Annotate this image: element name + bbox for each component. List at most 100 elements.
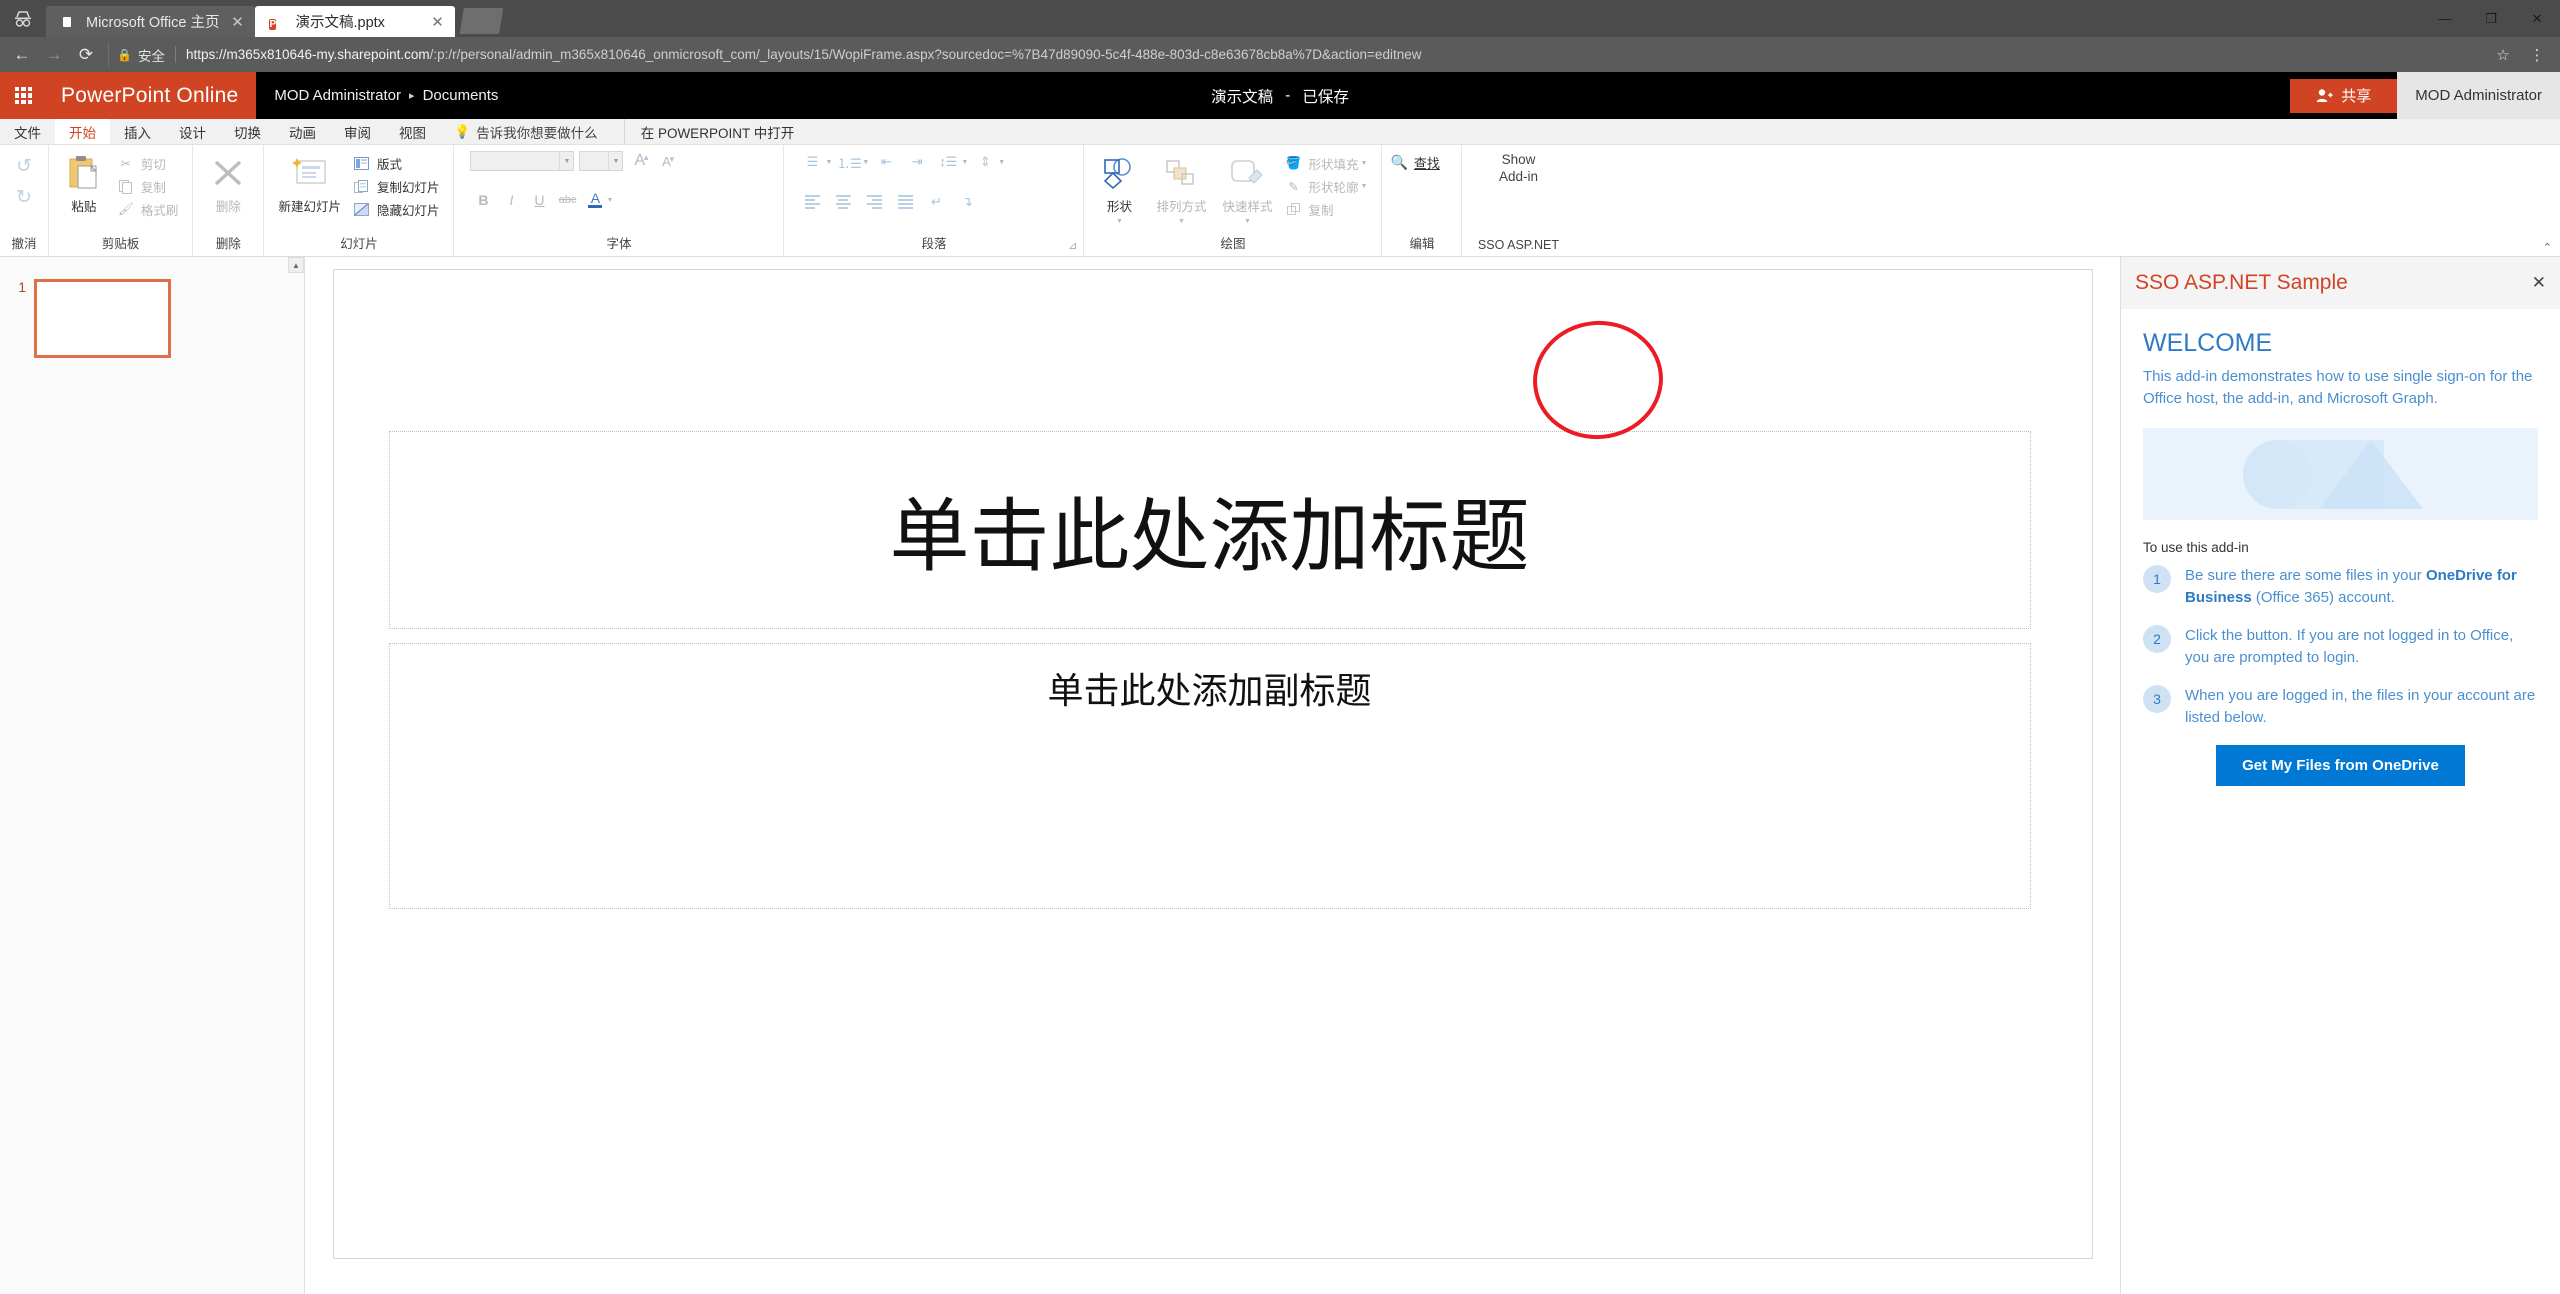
duplicate-slide-button[interactable]: 复制幻灯片 bbox=[351, 176, 446, 197]
scissors-icon: ✂ bbox=[117, 155, 135, 173]
chevron-down-icon[interactable]: ▼ bbox=[998, 159, 1005, 166]
slide-number: 1 bbox=[12, 279, 26, 295]
chevron-down-icon[interactable]: ▼ bbox=[961, 159, 968, 166]
paint-bucket-icon: 🪣 bbox=[1285, 155, 1303, 173]
copy-shape-icon bbox=[1285, 201, 1303, 219]
chevron-down-icon[interactable]: ▼ bbox=[1116, 218, 1123, 225]
breadcrumb-owner[interactable]: MOD Administrator bbox=[274, 87, 401, 104]
tab-close-icon[interactable]: ✕ bbox=[429, 13, 445, 31]
user-name-chip[interactable]: MOD Administrator bbox=[2397, 72, 2560, 119]
numbered-list-icon[interactable]: ⒈☰ bbox=[835, 151, 863, 173]
ribbon-group-label: 字体 bbox=[462, 233, 775, 254]
shrink-font-icon[interactable]: A▼ bbox=[656, 154, 677, 169]
hide-slide-button[interactable]: 隐藏幻灯片 bbox=[351, 199, 446, 220]
font-color-button[interactable]: A bbox=[582, 189, 608, 211]
bullet-list-icon[interactable]: ☰ bbox=[798, 151, 826, 173]
underline-button[interactable]: U bbox=[526, 189, 552, 211]
office-header: PowerPoint Online MOD Administrator ▸ Do… bbox=[0, 72, 2560, 119]
align-center-icon[interactable] bbox=[829, 191, 857, 213]
pencil-outline-icon: ✎ bbox=[1285, 178, 1303, 196]
title-placeholder[interactable]: 单击此处添加标题 bbox=[389, 431, 2031, 629]
window-close-button[interactable]: ✕ bbox=[2514, 0, 2560, 37]
back-arrow-icon[interactable]: ← bbox=[8, 41, 36, 69]
italic-button[interactable]: I bbox=[498, 189, 524, 211]
share-button[interactable]: 共享 bbox=[2290, 79, 2397, 113]
redo-arrow-icon[interactable]: ↻ bbox=[16, 186, 32, 209]
paragraph-controls-row-2: ↵ ↴ bbox=[798, 191, 981, 213]
browser-tab-presentation[interactable]: P 演示文稿.pptx ✕ bbox=[255, 6, 455, 37]
star-icon[interactable]: ☆ bbox=[2488, 41, 2518, 69]
tab-insert[interactable]: 插入 bbox=[110, 119, 165, 144]
ribbon-group-label: 撤消 bbox=[8, 233, 40, 254]
browser-tab-office-home[interactable]: Microsoft Office 主页 ✕ bbox=[46, 6, 255, 37]
thumbnail-scrollbar[interactable]: ▲ bbox=[288, 257, 304, 1294]
close-icon[interactable]: ✕ bbox=[2532, 273, 2546, 293]
ribbon-group-label: 幻灯片 bbox=[272, 233, 445, 254]
ribbon-body: ↺ ↻ 撤消 粘贴 ✂ bbox=[0, 145, 2560, 257]
line-spacing-icon[interactable]: ↕☰ bbox=[934, 151, 962, 173]
window-maximize-button[interactable]: ❐ bbox=[2468, 0, 2514, 37]
dialog-launcher-icon[interactable]: ⊿ bbox=[1068, 239, 1077, 252]
new-tab-button[interactable] bbox=[459, 8, 503, 34]
brand-title[interactable]: PowerPoint Online bbox=[47, 72, 256, 119]
scroll-up-icon[interactable]: ▲ bbox=[288, 257, 304, 273]
three-dot-menu-icon[interactable]: ⋮ bbox=[2522, 41, 2552, 69]
font-size-combo[interactable]: ▼ bbox=[579, 151, 623, 171]
increase-indent-icon[interactable]: ⇥ bbox=[903, 151, 931, 173]
text-direction-icon[interactable]: ⇕ bbox=[971, 151, 999, 173]
tab-file[interactable]: 文件 bbox=[0, 119, 55, 144]
layout-button[interactable]: 版式 bbox=[351, 153, 446, 174]
slide-surface[interactable]: 单击此处添加标题 单击此处添加副标题 bbox=[333, 269, 2093, 1259]
subtitle-placeholder[interactable]: 单击此处添加副标题 bbox=[389, 643, 2031, 909]
strikethrough-button[interactable]: abc bbox=[554, 189, 580, 211]
chevron-down-icon[interactable]: ▼ bbox=[606, 197, 613, 204]
open-in-powerpoint-link[interactable]: 在 POWERPOINT 中打开 bbox=[624, 119, 811, 144]
paste-button[interactable]: 粘贴 bbox=[57, 151, 111, 217]
reload-icon[interactable]: ⟳ bbox=[72, 41, 100, 69]
align-left-icon[interactable] bbox=[798, 191, 826, 213]
tab-view[interactable]: 视图 bbox=[385, 119, 440, 144]
undo-arrow-icon[interactable]: ↺ bbox=[16, 155, 32, 178]
tab-transitions[interactable]: 切换 bbox=[220, 119, 275, 144]
left-to-right-icon[interactable]: ↵ bbox=[922, 191, 950, 213]
step-text-after: (Office 365) account. bbox=[2252, 589, 2395, 606]
address-bar[interactable]: 🔒 安全 https://m365x810646-my.sharepoint.c… bbox=[108, 42, 2484, 68]
tell-me-box[interactable]: 💡 告诉我你想要做什么 bbox=[440, 119, 612, 144]
app-launcher-icon[interactable] bbox=[0, 72, 47, 119]
layout-icon bbox=[353, 155, 371, 173]
window-minimize-button[interactable]: — bbox=[2422, 0, 2468, 37]
header-right-group: 共享 MOD Administrator bbox=[2290, 72, 2560, 119]
font-name-combo[interactable]: ▼ bbox=[470, 151, 574, 171]
grow-font-icon[interactable]: A▲ bbox=[628, 152, 651, 170]
align-right-icon[interactable] bbox=[860, 191, 888, 213]
get-my-files-button[interactable]: Get My Files from OneDrive bbox=[2216, 745, 2465, 786]
tab-home[interactable]: 开始 bbox=[55, 119, 110, 144]
decrease-indent-icon[interactable]: ⇤ bbox=[872, 151, 900, 173]
shapes-button[interactable]: 形状 ▼ bbox=[1092, 151, 1146, 227]
tab-animations[interactable]: 动画 bbox=[275, 119, 330, 144]
cut-label: 剪切 bbox=[141, 154, 166, 173]
document-name[interactable]: 演示文稿 bbox=[1211, 85, 1273, 107]
tab-close-icon[interactable]: ✕ bbox=[229, 13, 245, 31]
slide-thumbnail[interactable] bbox=[34, 279, 171, 358]
right-to-left-icon[interactable]: ↴ bbox=[953, 191, 981, 213]
breadcrumb-folder[interactable]: Documents bbox=[423, 87, 499, 104]
bold-button[interactable]: B bbox=[470, 189, 496, 211]
get-files-button-wrap: Get My Files from OneDrive bbox=[2143, 745, 2538, 786]
new-slide-button[interactable]: 新建幻灯片 bbox=[272, 151, 347, 217]
office-icon bbox=[60, 14, 76, 30]
tab-review[interactable]: 审阅 bbox=[330, 119, 385, 144]
justify-icon[interactable] bbox=[891, 191, 919, 213]
duplicate-slide-label: 复制幻灯片 bbox=[377, 177, 440, 196]
ribbon-group-undo: ↺ ↻ 撤消 bbox=[0, 145, 49, 256]
show-addin-button[interactable]: Show Add-in bbox=[1470, 151, 1566, 185]
chevron-up-icon[interactable]: ⌃ bbox=[2543, 241, 2552, 254]
chevron-down-icon[interactable]: ▼ bbox=[825, 159, 832, 166]
chevron-down-icon[interactable]: ▼ bbox=[862, 159, 869, 166]
quick-styles-button: 快速样式 ▼ bbox=[1216, 151, 1278, 227]
find-button[interactable]: 🔍 查找 bbox=[1390, 153, 1439, 172]
slide-thumbnail-item[interactable]: 1 bbox=[0, 257, 304, 358]
url-path: /:p:/r/personal/admin_m365x810646_onmicr… bbox=[430, 47, 1422, 62]
tab-design[interactable]: 设计 bbox=[165, 119, 220, 144]
font-controls-row-1: ▼ ▼ A▲ A▼ bbox=[470, 151, 676, 171]
